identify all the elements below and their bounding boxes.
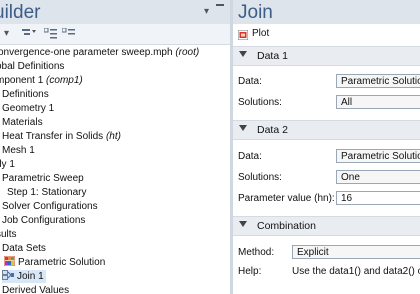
data2-parameter-select[interactable]: 16 [336, 191, 420, 205]
view-menu-icon[interactable]: ▾ [204, 6, 209, 17]
app-window: uilder ▾ ▾ onvergence-one parameter swee… [0, 0, 420, 294]
tree-item-label: Definitions [2, 89, 49, 100]
tree-item-component[interactable]: mponent 1 (comp1) [0, 74, 83, 87]
tree-item-label: onvergence-one parameter sweep.mph [0, 47, 173, 58]
tree-item-derived-values[interactable]: Derived Values [2, 284, 69, 294]
tree-item-label: Job Configurations [2, 215, 86, 226]
method-label: Method: [238, 247, 275, 258]
tree-item-label: Geometry 1 [2, 103, 55, 114]
filter-icon[interactable] [22, 28, 36, 40]
tree-item-label: Solver Configurations [2, 201, 98, 212]
settings-title: Join [238, 2, 273, 23]
expand-all-icon[interactable] [43, 27, 57, 40]
data1-solutions-select[interactable]: All [336, 95, 420, 109]
tree-item-step-stationary[interactable]: Step 1: Stationary [7, 186, 87, 199]
help-label: Help: [238, 266, 262, 277]
settings-header: Join [233, 0, 420, 24]
collapse-arrow-icon [239, 51, 247, 57]
show-icon[interactable]: ▾ [4, 28, 9, 40]
tree-item-materials[interactable]: Materials [2, 116, 43, 129]
model-builder-title: uilder [0, 2, 41, 23]
tree-item-geometry[interactable]: Geometry 1 [2, 102, 54, 115]
section-data2-header[interactable]: Data 2 [233, 120, 420, 140]
tree-item-tag: (root) [175, 47, 200, 58]
data1-data-select[interactable]: Parametric Solution [336, 74, 420, 88]
tree-item-job-configurations[interactable]: Job Configurations [2, 214, 85, 227]
tree-item-mesh[interactable]: Mesh 1 [2, 144, 35, 157]
collapse-arrow-icon [239, 125, 247, 131]
data2-solutions-select[interactable]: One [336, 170, 420, 184]
tree-item-label: sults [0, 229, 17, 240]
collapse-arrow-icon [239, 221, 247, 227]
minimize-icon[interactable] [216, 4, 224, 9]
model-builder-toolbar: ▾ [0, 24, 230, 45]
tree-item-results[interactable]: sults [0, 228, 17, 241]
tree-item-tag: (ht) [105, 131, 121, 142]
tree-item-parametric-sweep[interactable]: Parametric Sweep [2, 172, 84, 185]
tree-item-study[interactable]: dy 1 [0, 158, 15, 171]
tree-item-global-definitions[interactable]: obal Definitions [0, 60, 64, 73]
model-builder-header: uilder ▾ [0, 0, 230, 24]
data2-parameter-label: Parameter value (hn): [238, 193, 335, 204]
section-data1-header[interactable]: Data 1 [233, 46, 420, 66]
plot-button[interactable]: Plot [252, 28, 269, 39]
section-label: Combination [257, 220, 316, 232]
tree-item-label: Parametric Solution [18, 257, 106, 268]
method-select[interactable]: Explicit [292, 245, 420, 259]
tree-item-label: Materials [2, 117, 43, 128]
data2-data-label: Data: [238, 151, 262, 162]
tree-item-tag: (comp1) [46, 75, 83, 86]
data2-data-select[interactable]: Parametric Solution [336, 149, 420, 163]
data1-data-label: Data: [238, 76, 262, 87]
tree-item-heat-transfer[interactable]: Heat Transfer in Solids (ht) [2, 130, 121, 143]
help-text: Use the data1() and data2() ope [292, 266, 420, 277]
section-combination-header[interactable]: Combination [233, 216, 420, 236]
tree-item-label: Heat Transfer in Solids [2, 131, 104, 142]
tree-item-label: obal Definitions [0, 61, 65, 72]
tree-item-label: Data Sets [2, 243, 46, 254]
plot-icon[interactable] [237, 29, 249, 41]
section-label: Data 1 [257, 50, 288, 62]
tree-item-label: Join 1 [17, 271, 44, 282]
data1-solutions-label: Solutions: [238, 97, 282, 108]
tree-item-join[interactable]: Join 1 [2, 270, 46, 283]
tree-item-solver-configurations[interactable]: Solver Configurations [2, 200, 98, 213]
tree-item-label: mponent 1 [0, 75, 44, 86]
settings-panel: Join Plot Data 1 Data: Parametric Soluti… [233, 0, 420, 294]
tree-item-label: Parametric Sweep [2, 173, 84, 184]
dataset-icon [3, 255, 16, 267]
tree-item-definitions[interactable]: Definitions [2, 88, 49, 101]
tree-item-parametric-solution[interactable]: Parametric Solution [3, 255, 106, 269]
tree-item-label: Step 1: Stationary [7, 187, 87, 198]
tree-item-data-sets[interactable]: Data Sets [2, 242, 46, 255]
tree-item-label: Derived Values [2, 285, 70, 294]
join-icon [2, 270, 14, 280]
tree-item-root[interactable]: onvergence-one parameter sweep.mph (root… [0, 46, 199, 59]
tree-item-label: dy 1 [0, 159, 15, 170]
data2-solutions-label: Solutions: [238, 172, 282, 183]
collapse-all-icon[interactable] [61, 27, 75, 40]
tree-item-label: Mesh 1 [2, 145, 35, 156]
section-label: Data 2 [257, 124, 288, 136]
model-builder-panel: uilder ▾ ▾ onvergence-one parameter swee… [0, 0, 230, 294]
